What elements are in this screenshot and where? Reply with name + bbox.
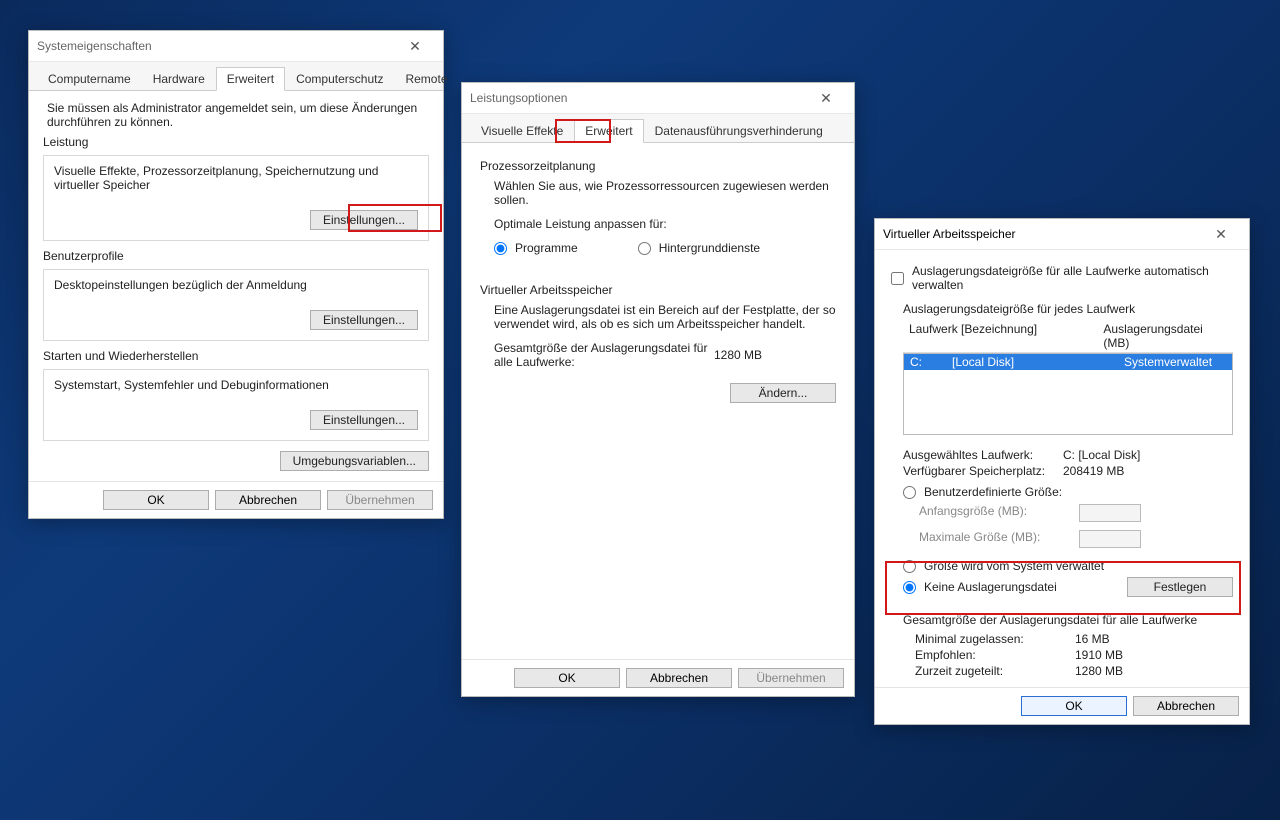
window-title: Systemeigenschaften <box>37 31 152 61</box>
radio-system-managed[interactable]: Größe wird vom System verwaltet <box>903 559 1233 573</box>
max-size-label: Maximale Größe (MB): <box>919 530 1079 548</box>
apply-button[interactable]: Übernehmen <box>738 668 844 688</box>
radio-programme[interactable]: Programme <box>494 241 578 255</box>
auto-manage-checkbox[interactable]: Auslagerungsdateigröße für alle Laufwerk… <box>891 264 1233 292</box>
leistung-desc: Visuelle Effekte, Prozessorzeitplanung, … <box>54 164 418 192</box>
titlebar: Systemeigenschaften ✕ <box>29 31 443 62</box>
window-title: Virtueller Arbeitsspeicher <box>883 219 1016 249</box>
recommended-value: 1910 MB <box>1075 648 1123 662</box>
max-size-input[interactable] <box>1079 530 1141 548</box>
radio-no-pagefile[interactable]: Keine Auslagerungsdatei <box>903 580 1057 594</box>
leistung-title: Leistung <box>43 135 429 149</box>
performance-options-window: Leistungsoptionen ✕ Visuelle Effekte Erw… <box>461 82 855 697</box>
system-properties-window: Systemeigenschaften ✕ Computername Hardw… <box>28 30 444 519</box>
set-button[interactable]: Festlegen <box>1127 577 1233 597</box>
leistung-group: Visuelle Effekte, Prozessorzeitplanung, … <box>43 155 429 241</box>
drive-row-c[interactable]: C: [Local Disk] Systemverwaltet <box>904 354 1232 370</box>
current-label: Zurzeit zugeteilt: <box>915 664 1075 678</box>
titlebar: Virtueller Arbeitsspeicher ✕ <box>875 219 1249 250</box>
cancel-button[interactable]: Abbrechen <box>215 490 321 510</box>
vm-total-label: Gesamtgröße der Auslagerungsdatei für al… <box>494 341 714 369</box>
tab-computername[interactable]: Computername <box>37 67 142 90</box>
radio-nopf-input[interactable] <box>903 581 916 594</box>
benutzerprofile-title: Benutzerprofile <box>43 249 429 263</box>
drive-list[interactable]: C: [Local Disk] Systemverwaltet <box>903 353 1233 435</box>
per-drive-label: Auslagerungsdateigröße für jedes Laufwer… <box>903 302 1233 316</box>
free-space-value: 208419 MB <box>1063 464 1124 478</box>
totals-title: Gesamtgröße der Auslagerungsdatei für al… <box>903 613 1233 627</box>
radio-custom-size[interactable]: Benutzerdefinierte Größe: <box>903 485 1233 499</box>
auto-manage-input[interactable] <box>891 272 904 285</box>
close-icon[interactable]: ✕ <box>806 83 846 113</box>
radio-custom-input[interactable] <box>903 486 916 499</box>
tab-computerschutz[interactable]: Computerschutz <box>285 67 394 90</box>
starten-group: Systemstart, Systemfehler und Debuginfor… <box>43 369 429 441</box>
radio-sysmgd-input[interactable] <box>903 560 916 573</box>
ok-button[interactable]: OK <box>514 668 620 688</box>
close-icon[interactable]: ✕ <box>1201 219 1241 249</box>
window-title: Leistungsoptionen <box>470 83 567 113</box>
tabs: Computername Hardware Erweitert Computer… <box>29 62 443 91</box>
tab-dep[interactable]: Datenausführungsverhinderung <box>644 119 834 142</box>
proc-desc: Wählen Sie aus, wie Prozessorressourcen … <box>494 179 836 207</box>
vm-title: Virtueller Arbeitsspeicher <box>480 283 836 297</box>
proc-title: Prozessorzeitplanung <box>480 159 836 173</box>
proc-optlabel: Optimale Leistung anpassen für: <box>494 217 836 231</box>
admin-note: Sie müssen als Administrator angemeldet … <box>47 101 429 129</box>
tab-visuelle-effekte[interactable]: Visuelle Effekte <box>470 119 574 142</box>
vm-desc: Eine Auslagerungsdatei ist ein Bereich a… <box>494 303 836 331</box>
free-space-label: Verfügbarer Speicherplatz: <box>903 464 1063 478</box>
env-variables-button[interactable]: Umgebungsvariablen... <box>280 451 429 471</box>
tab-erweitert[interactable]: Erweitert <box>574 119 643 143</box>
vm-total-value: 1280 MB <box>714 348 762 362</box>
benutzerprofile-desc: Desktopeinstellungen bezüglich der Anmel… <box>54 278 418 292</box>
leistung-settings-button[interactable]: Einstellungen... <box>310 210 418 230</box>
cancel-button[interactable]: Abbrechen <box>626 668 732 688</box>
starten-settings-button[interactable]: Einstellungen... <box>310 410 418 430</box>
initial-size-label: Anfangsgröße (MB): <box>919 504 1079 522</box>
close-icon[interactable]: ✕ <box>395 31 435 61</box>
cancel-button[interactable]: Abbrechen <box>1133 696 1239 716</box>
selected-drive-label: Ausgewähltes Laufwerk: <box>903 448 1063 462</box>
radio-hintergrund-input[interactable] <box>638 242 651 255</box>
benutzerprofile-settings-button[interactable]: Einstellungen... <box>310 310 418 330</box>
radio-programme-input[interactable] <box>494 242 507 255</box>
tab-erweitert[interactable]: Erweitert <box>216 67 285 91</box>
starten-desc: Systemstart, Systemfehler und Debuginfor… <box>54 378 418 392</box>
apply-button[interactable]: Übernehmen <box>327 490 433 510</box>
drive-list-header: Laufwerk [Bezeichnung] Auslagerungsdatei… <box>903 320 1233 353</box>
tab-hardware[interactable]: Hardware <box>142 67 216 90</box>
initial-size-input[interactable] <box>1079 504 1141 522</box>
tab-remote[interactable]: Remote <box>394 67 458 90</box>
starten-title: Starten und Wiederherstellen <box>43 349 429 363</box>
titlebar: Leistungsoptionen ✕ <box>462 83 854 114</box>
radio-hintergrund[interactable]: Hintergrunddienste <box>638 241 760 255</box>
vm-change-button[interactable]: Ändern... <box>730 383 836 403</box>
virtual-memory-window: Virtueller Arbeitsspeicher ✕ Auslagerung… <box>874 218 1250 725</box>
ok-button[interactable]: OK <box>1021 696 1127 716</box>
selected-drive-value: C: [Local Disk] <box>1063 448 1140 462</box>
ok-button[interactable]: OK <box>103 490 209 510</box>
tabs: Visuelle Effekte Erweitert Datenausführu… <box>462 114 854 143</box>
min-allowed-value: 16 MB <box>1075 632 1110 646</box>
benutzerprofile-group: Desktopeinstellungen bezüglich der Anmel… <box>43 269 429 341</box>
current-value: 1280 MB <box>1075 664 1123 678</box>
recommended-label: Empfohlen: <box>915 648 1075 662</box>
min-allowed-label: Minimal zugelassen: <box>915 632 1075 646</box>
